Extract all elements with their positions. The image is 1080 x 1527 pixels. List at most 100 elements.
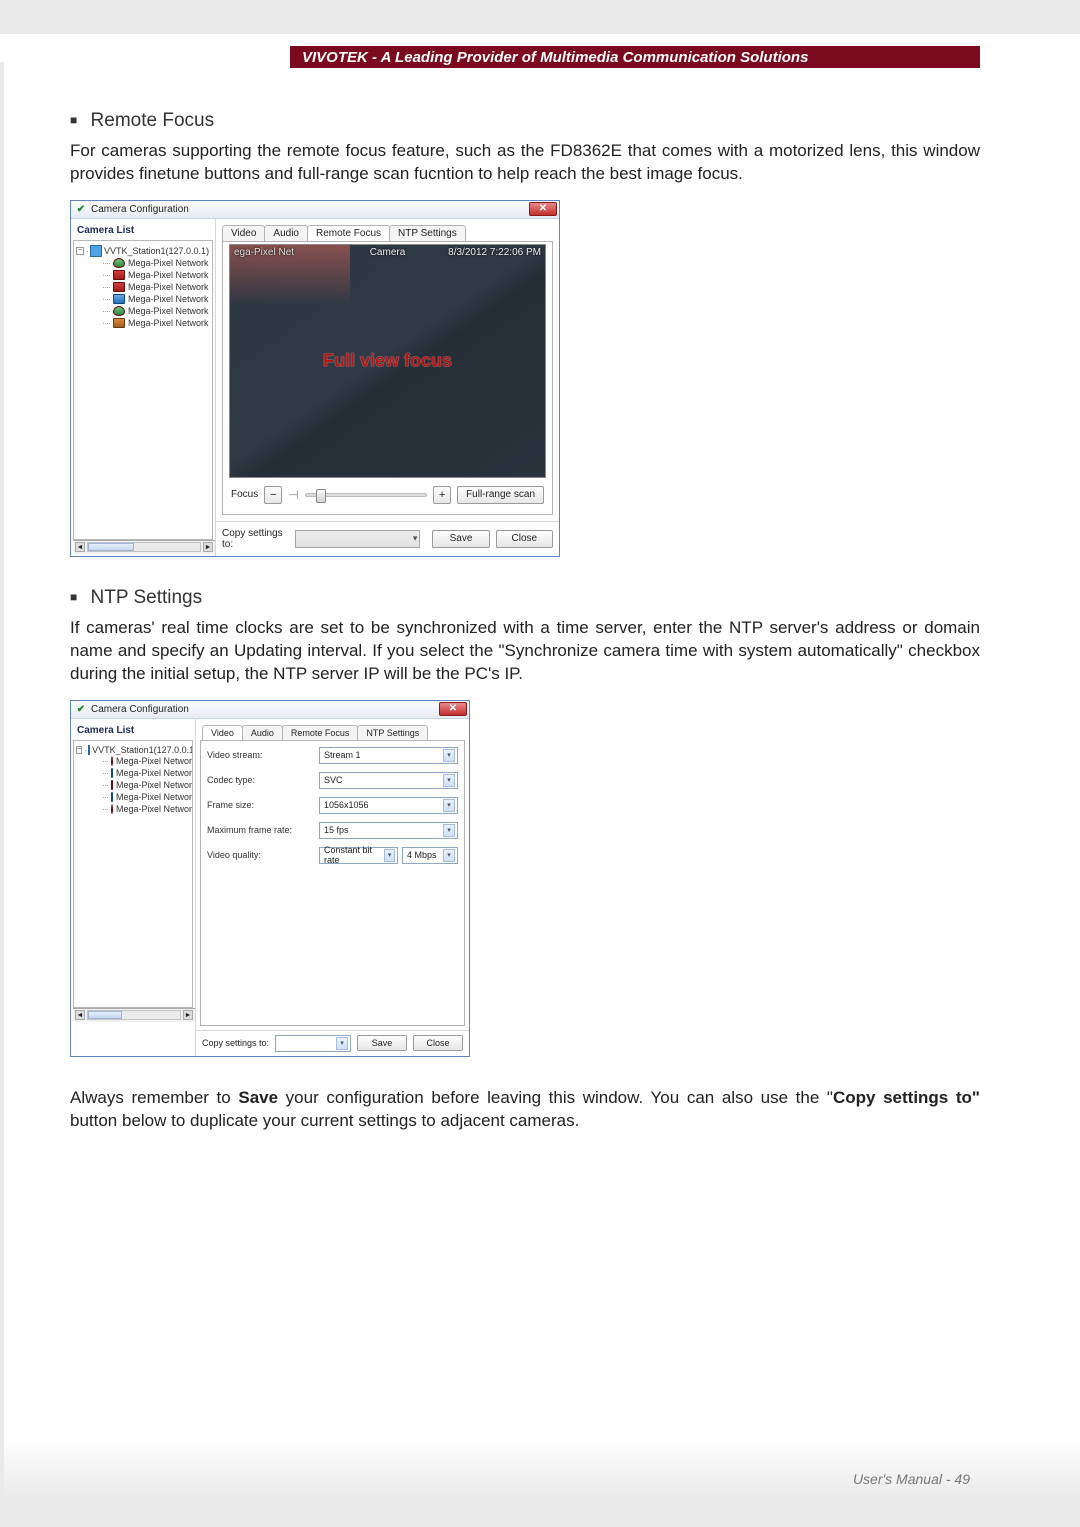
chevron-down-icon: ▾	[443, 774, 455, 787]
full-range-scan-button[interactable]: Full-range scan	[457, 486, 544, 504]
tree-root[interactable]: − · VVTK_Station1(127.0.0.1)	[76, 245, 210, 257]
camera-tree[interactable]: − · VVTK_Station1(127.0.0.1) ···Mega-Pix…	[73, 740, 193, 1008]
tab-audio[interactable]: Audio	[242, 725, 283, 740]
close-button[interactable]: ✕	[439, 702, 467, 716]
camera-icon	[113, 318, 125, 328]
focus-minus-button[interactable]: −	[264, 486, 282, 504]
camera-icon	[111, 804, 113, 814]
copy-settings-to-dropdown[interactable]: ▾	[275, 1035, 351, 1052]
tab-ntp-settings[interactable]: NTP Settings	[389, 225, 466, 241]
focus-label: Focus	[231, 489, 258, 500]
label-video-quality: Video quality:	[207, 850, 319, 860]
camera-icon	[113, 294, 125, 304]
dropdown-value: 15 fps	[324, 825, 349, 835]
scroll-right-arrow-icon[interactable]: ►	[183, 1010, 193, 1020]
label-video-stream: Video stream:	[207, 750, 319, 760]
chevron-down-icon: ▾	[443, 849, 455, 862]
tree-item-label: Mega-Pixel Network	[128, 281, 209, 293]
tree-item-label: Mega-Pixel Network	[116, 755, 193, 767]
tree-root[interactable]: − · VVTK_Station1(127.0.0.1)	[76, 745, 190, 755]
check-icon: ✔	[75, 203, 87, 215]
camera-icon	[113, 270, 125, 280]
tree-item-label: Mega-Pixel Network	[116, 779, 193, 791]
dropdown-video-quality-mode[interactable]: Constant bit rate ▾	[319, 847, 398, 864]
tree-horizontal-scrollbar[interactable]: ◄ ►	[73, 540, 215, 554]
copy-settings-to-label: Copy settings to:	[202, 1038, 269, 1048]
tree-item[interactable]: ····Mega-Pixel Network	[76, 257, 210, 269]
tab-audio[interactable]: Audio	[264, 225, 308, 241]
close-button[interactable]: ✕	[529, 202, 557, 216]
full-view-focus-label: Full view focus	[323, 350, 452, 371]
camera-preview: ega-Pixel Net Camera 8/3/2012 7:22:06 PM…	[229, 244, 546, 478]
dropdown-video-quality-bitrate[interactable]: 4 Mbps ▾	[402, 847, 458, 864]
tree-item[interactable]: ···Mega-Pixel Network	[76, 803, 190, 815]
section-ntp-body: If cameras' real time clocks are set to …	[70, 617, 980, 686]
tree-item[interactable]: ····Mega-Pixel Network	[76, 269, 210, 281]
tab-video[interactable]: Video	[222, 225, 265, 241]
tab-remote-focus[interactable]: Remote Focus	[282, 725, 359, 740]
dropdown-codec-type[interactable]: SVC ▾	[319, 772, 458, 789]
tree-horizontal-scrollbar[interactable]: ◄ ►	[73, 1008, 195, 1022]
section-remote-focus-title: Remote Focus	[91, 110, 215, 131]
camera-tree[interactable]: − · VVTK_Station1(127.0.0.1) ····Mega-Pi…	[73, 240, 213, 540]
chevron-down-icon: ▾	[413, 533, 418, 544]
tree-item-label: Mega-Pixel Network	[128, 305, 209, 317]
tree-item[interactable]: ···Mega-Pixel Network	[76, 779, 190, 791]
check-icon: ✔	[75, 703, 87, 715]
footer-bold-copy: Copy settings to"	[833, 1088, 980, 1107]
scroll-left-arrow-icon[interactable]: ◄	[75, 542, 85, 552]
dropdown-value: Stream 1	[324, 750, 361, 760]
section-ntp-title: NTP Settings	[91, 587, 203, 608]
tree-item[interactable]: ···Mega-Pixel Network	[76, 767, 190, 779]
scroll-left-arrow-icon[interactable]: ◄	[75, 1010, 85, 1020]
tab-ntp-settings[interactable]: NTP Settings	[357, 725, 428, 740]
tree-item[interactable]: ····Mega-Pixel Network	[76, 317, 210, 329]
dropdown-video-stream[interactable]: Stream 1 ▾	[319, 747, 458, 764]
footer-text: button below to duplicate your current s…	[70, 1111, 579, 1130]
tree-item-label: Mega-Pixel Network	[116, 803, 193, 815]
camera-icon	[113, 258, 125, 268]
tree-item[interactable]: ····Mega-Pixel Network	[76, 281, 210, 293]
tree-item-label: Mega-Pixel Network	[128, 257, 209, 269]
slider-thumb[interactable]	[316, 489, 326, 503]
footer-bold-save: Save	[238, 1088, 278, 1107]
label-frame-size: Frame size:	[207, 800, 319, 810]
save-button[interactable]: Save	[357, 1035, 407, 1051]
section-remote-focus-heading: Remote Focus	[70, 110, 980, 132]
chevron-down-icon: ▾	[443, 749, 455, 762]
dropdown-frame-size[interactable]: 1056x1056 ▾	[319, 797, 458, 814]
overlay-center-text: Camera	[370, 247, 406, 258]
copy-settings-to-dropdown[interactable]: ▾	[295, 530, 421, 548]
tree-item[interactable]: ···Mega-Pixel Network	[76, 755, 190, 767]
overlay-left-text: ega-Pixel Net	[234, 247, 294, 258]
window-titlebar: ✔ Camera Configuration ✕	[71, 701, 469, 719]
footer-text: Always remember to	[70, 1088, 238, 1107]
dropdown-value: Constant bit rate	[324, 845, 384, 865]
camera-configuration-window-remote-focus: ✔ Camera Configuration ✕ Camera List − ·…	[70, 200, 560, 557]
page-number: User's Manual - 49	[853, 1471, 970, 1487]
dropdown-max-frame-rate[interactable]: 15 fps ▾	[319, 822, 458, 839]
close-button-footer[interactable]: Close	[496, 530, 553, 548]
tab-remote-focus[interactable]: Remote Focus	[307, 225, 390, 241]
close-button-footer[interactable]: Close	[413, 1035, 463, 1051]
save-button[interactable]: Save	[432, 530, 489, 548]
tab-video[interactable]: Video	[202, 725, 243, 740]
chevron-down-icon: ▾	[384, 849, 395, 862]
tree-item[interactable]: ····Mega-Pixel Network	[76, 293, 210, 305]
window-title-text: Camera Configuration	[91, 704, 189, 715]
camera-icon	[113, 282, 125, 292]
overlay-timestamp: 8/3/2012 7:22:06 PM	[448, 247, 541, 258]
focus-plus-button[interactable]: +	[433, 486, 451, 504]
tree-item[interactable]: ····Mega-Pixel Network	[76, 305, 210, 317]
slider-tick-icon: ⊣	[288, 488, 298, 502]
chevron-down-icon: ▾	[443, 824, 455, 837]
tree-item[interactable]: ···Mega-Pixel Network	[76, 791, 190, 803]
camera-icon	[111, 780, 113, 790]
section-ntp-heading: NTP Settings	[70, 587, 980, 609]
label-codec-type: Codec type:	[207, 775, 319, 785]
scroll-right-arrow-icon[interactable]: ►	[203, 542, 213, 552]
section-remote-focus-body: For cameras supporting the remote focus …	[70, 140, 980, 186]
tabs-row: Video Audio Remote Focus NTP Settings	[196, 719, 469, 740]
focus-slider[interactable]	[305, 493, 427, 497]
tree-item-label: Mega-Pixel Network	[128, 269, 209, 281]
